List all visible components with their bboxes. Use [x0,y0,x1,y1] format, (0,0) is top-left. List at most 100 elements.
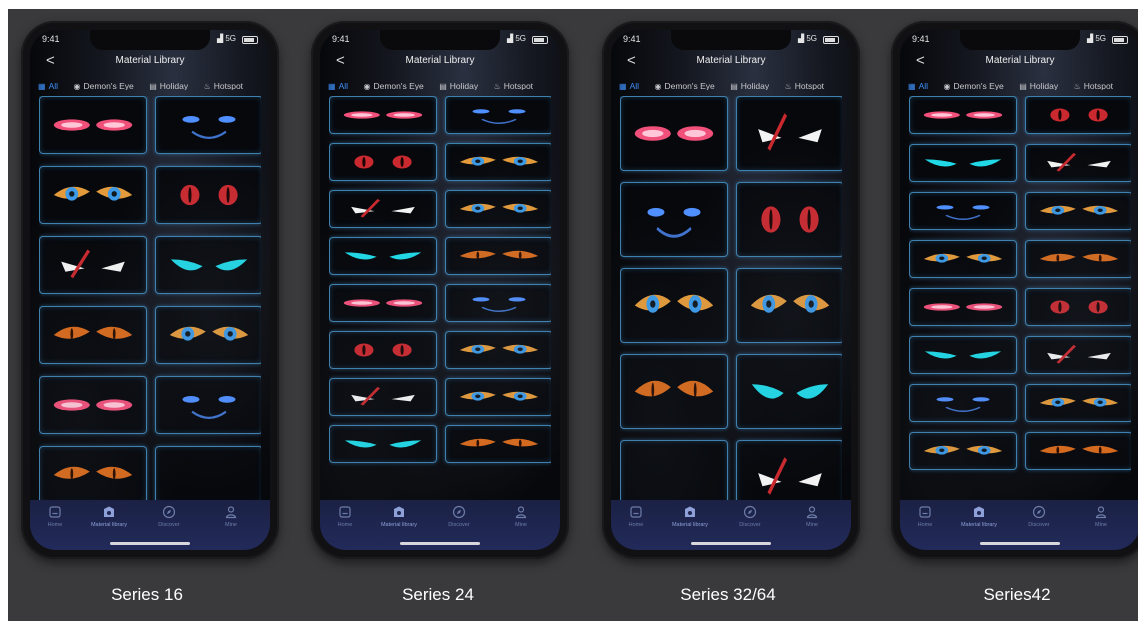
material-card[interactable] [909,144,1017,182]
tab-hotspot[interactable]: ♨ Hotspot [204,81,243,90]
material-card[interactable] [909,192,1017,230]
nav-material-library[interactable]: Material library [84,505,134,528]
material-card[interactable] [1025,336,1131,374]
material-card[interactable] [329,425,437,463]
nav-home[interactable]: Home [30,505,80,528]
nav-material-library[interactable]: Material library [954,505,1004,528]
material-card[interactable] [736,182,842,257]
material-card[interactable] [909,336,1017,374]
material-card[interactable] [155,306,261,364]
network-type: 5G [515,34,526,43]
nav-discover[interactable]: Discover [1014,505,1064,528]
signal-indicator: ▟ 5G [506,34,526,43]
material-card[interactable] [329,96,437,134]
material-card[interactable] [909,240,1017,278]
material-card[interactable] [155,376,261,434]
material-card[interactable] [620,182,728,257]
material-card[interactable] [39,376,147,434]
material-card[interactable] [736,354,842,429]
tab-all[interactable]: ▦ All [328,81,348,90]
material-card[interactable] [39,306,147,364]
material-card[interactable] [1025,432,1131,470]
material-card[interactable] [329,237,437,275]
tab-holiday[interactable]: ▤ Holiday [439,81,478,90]
material-card[interactable] [155,236,261,294]
nav-discover[interactable]: Discover [725,505,775,528]
material-card[interactable] [1025,96,1131,134]
material-card[interactable] [155,166,261,224]
tab-all[interactable]: ▦ All [908,81,928,90]
material-card[interactable] [736,440,842,500]
material-card[interactable] [445,143,551,181]
material-card[interactable] [1025,384,1131,422]
material-card[interactable] [39,96,147,154]
tab-all[interactable]: ▦ All [38,81,58,90]
material-card[interactable] [736,96,842,171]
tab-demons-eye[interactable]: ◉ Demon's Eye [654,81,714,90]
material-card[interactable] [1025,288,1131,326]
nav-label: Home [47,522,63,528]
eye-icon: ◉ [943,82,951,90]
material-card[interactable] [620,354,728,429]
nav-home[interactable]: Home [611,505,661,528]
eye-artwork [1047,153,1111,172]
nav-mine[interactable]: Mine [496,505,546,528]
tab-demons-eye[interactable]: ◉ Demon's Eye [943,81,1003,90]
tab-holiday[interactable]: ▤ Holiday [1019,81,1058,90]
material-card[interactable] [909,288,1017,326]
eye-artwork [634,126,714,141]
material-card[interactable] [329,143,437,181]
tab-holiday[interactable]: ▤ Holiday [730,81,769,90]
eye-artwork [924,351,1002,359]
material-card[interactable] [39,446,147,500]
material-card[interactable] [620,440,728,500]
material-card[interactable] [909,96,1017,134]
tab-label: Hotspot [503,81,534,90]
material-card[interactable] [445,190,551,228]
material-card[interactable] [445,237,551,275]
material-card[interactable] [736,268,842,343]
eye-artwork [182,396,236,419]
nav-mine[interactable]: Mine [1076,505,1126,528]
nav-mine[interactable]: Mine [206,505,256,528]
tab-hotspot[interactable]: ♨ Hotspot [1074,81,1113,90]
tab-holiday[interactable]: ▤ Holiday [149,81,188,90]
material-card[interactable] [39,166,147,224]
material-card[interactable] [329,378,437,416]
material-card[interactable] [445,331,551,369]
tab-hotspot[interactable]: ♨ Hotspot [494,81,533,90]
material-card[interactable] [155,96,261,154]
material-card[interactable] [445,284,551,322]
tab-demons-eye[interactable]: ◉ Demon's Eye [363,81,423,90]
material-card[interactable] [329,284,437,322]
tab-hotspot[interactable]: ♨ Hotspot [785,81,824,90]
material-card[interactable] [909,384,1017,422]
material-card[interactable] [445,96,551,134]
nav-home[interactable]: Home [900,505,950,528]
phone-screen: 9:41 ▟ 5G < Material Library ▦ All ◉ Demon… [900,30,1138,550]
material-card[interactable] [445,378,551,416]
home-icon [49,506,61,518]
nav-material-library[interactable]: Material library [374,505,424,528]
nav-discover[interactable]: Discover [144,505,194,528]
nav-label: Home [917,522,933,528]
nav-home[interactable]: Home [320,505,370,528]
nav-material-library[interactable]: Material library [665,505,715,528]
material-card[interactable] [1025,144,1131,182]
signal-indicator: ▟ 5G [1086,34,1106,43]
tab-demons-eye[interactable]: ◉ Demon's Eye [73,81,133,90]
material-card[interactable] [155,446,261,500]
material-card[interactable] [620,96,728,171]
material-card[interactable] [445,425,551,463]
nav-mine[interactable]: Mine [787,505,837,528]
material-card[interactable] [620,268,728,343]
material-card[interactable] [39,236,147,294]
nav-discover[interactable]: Discover [434,505,484,528]
material-card[interactable] [1025,240,1131,278]
home-indicator [691,542,771,545]
tab-all[interactable]: ▦ All [619,81,639,90]
material-card[interactable] [909,432,1017,470]
material-card[interactable] [329,190,437,228]
material-card[interactable] [1025,192,1131,230]
material-card[interactable] [329,331,437,369]
